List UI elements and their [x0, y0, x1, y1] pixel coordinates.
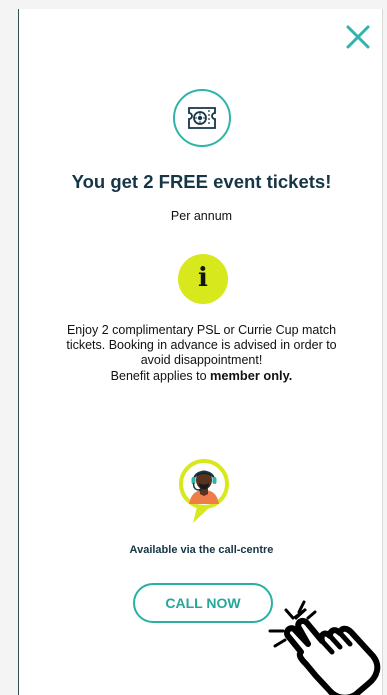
info-icon: i: [198, 263, 208, 293]
call-now-button[interactable]: CALL NOW: [133, 583, 273, 623]
description-line: avoid disappointment!: [140, 353, 263, 367]
eligibility-prefix: Benefit applies to: [110, 369, 211, 383]
info-badge: i: [178, 254, 228, 304]
availability-note: Available via the call-centre: [129, 544, 274, 556]
benefit-description: Enjoy 2 complimentary PSL or Currie Cup …: [45, 323, 358, 384]
ticket-badge: [173, 89, 231, 147]
benefit-frequency: Per annum: [170, 209, 233, 223]
call-centre-agent-icon: [179, 459, 229, 523]
event-ticket-benefit-modal: You get 2 FREE event tickets! Per annum …: [18, 9, 383, 695]
page: You get 2 FREE event tickets! Per annum …: [0, 0, 387, 695]
description-line: tickets. Booking in advance is advised i…: [66, 338, 337, 352]
ticket-icon: [188, 107, 216, 129]
close-icon[interactable]: [345, 24, 371, 50]
eligibility-emphasis: member only.: [210, 368, 293, 383]
benefit-title: You get 2 FREE event tickets!: [71, 171, 332, 192]
close-button[interactable]: [345, 24, 371, 50]
benefit-eligibility: Benefit applies to member only.: [45, 368, 358, 384]
description-line: Enjoy 2 complimentary PSL or Currie Cup …: [66, 323, 337, 337]
hand-pointer-icon: [268, 600, 381, 695]
call-centre-badge: [179, 459, 229, 524]
